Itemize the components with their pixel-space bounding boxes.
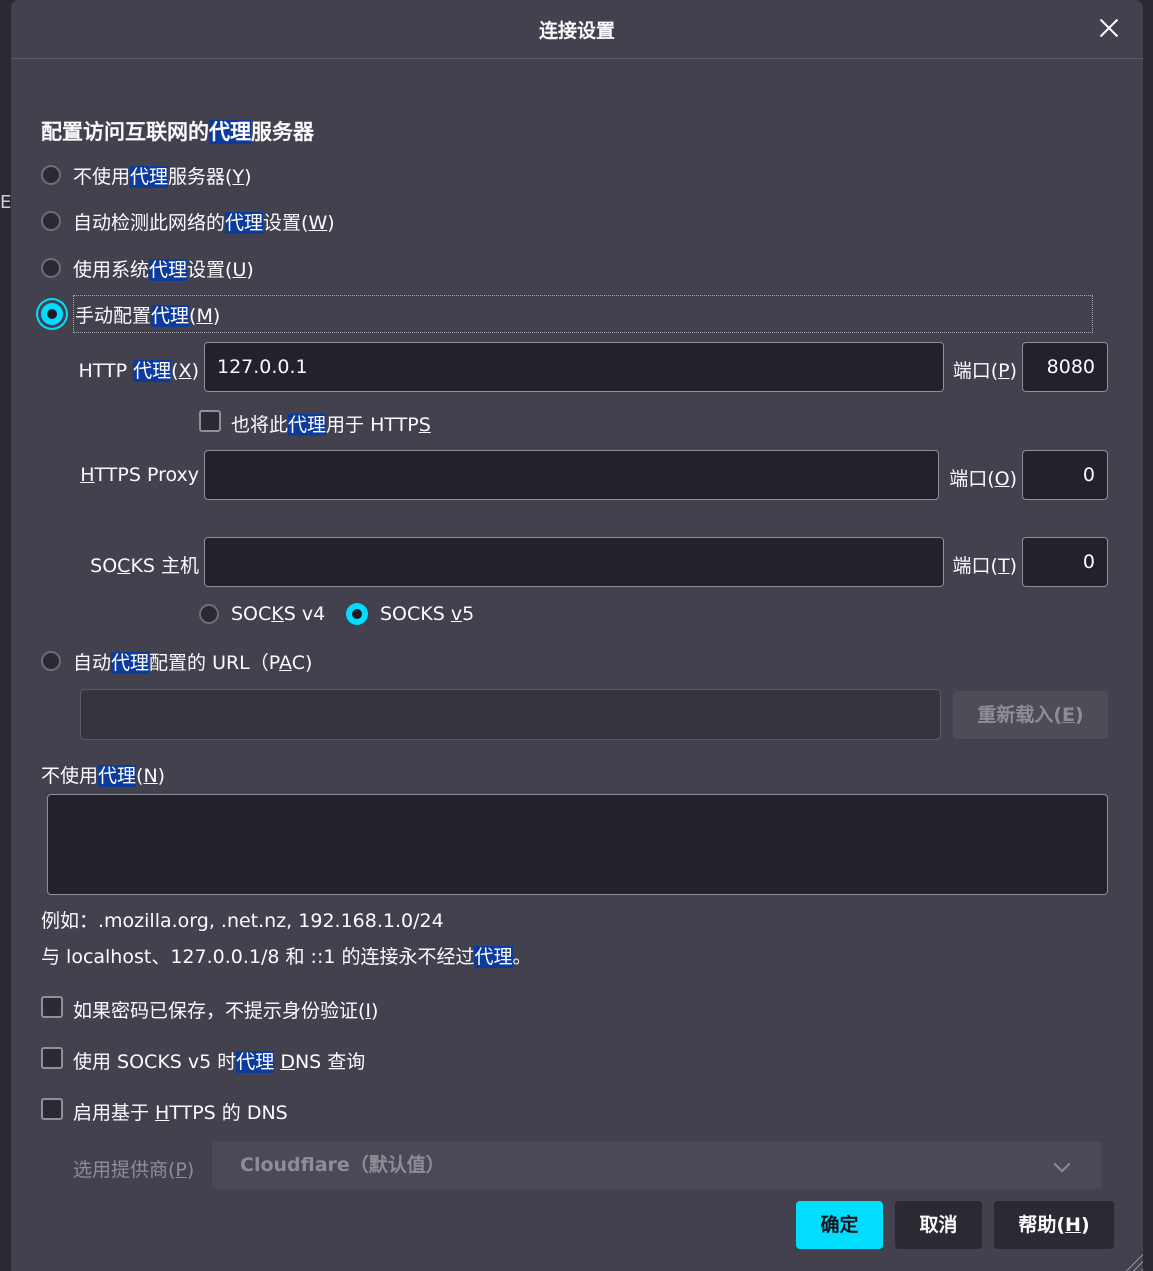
- localhost-note: 与 localhost、127.0.0.1/8 和 ::1 的连接永不经过代理。: [41, 946, 532, 968]
- no-proxy-label: 不使用代理(N): [41, 765, 166, 787]
- socks-port-label: 端口(T): [952, 555, 1017, 577]
- socks-host-input[interactable]: [204, 537, 944, 587]
- radio-auto-detect-label: 自动检测此网络的代理设置(W): [73, 211, 335, 234]
- provider-select[interactable]: Cloudflare（默认值）: [212, 1141, 1102, 1189]
- http-proxy-label: HTTP 代理(X): [78, 360, 199, 382]
- radio-socks-v5-label: SOCKS v5: [380, 603, 475, 625]
- close-icon[interactable]: [1095, 14, 1123, 42]
- radio-button[interactable]: [199, 604, 219, 624]
- http-port-label: 端口(P): [952, 360, 1017, 382]
- provider-label: 选用提供商(P): [73, 1159, 195, 1181]
- also-https-checkbox[interactable]: [199, 410, 221, 432]
- doh-checkbox[interactable]: [41, 1098, 63, 1120]
- radio-no-proxy-label: 不使用代理服务器(Y): [73, 165, 252, 188]
- radio-manual-proxy[interactable]: 手动配置代理(M): [41, 299, 220, 329]
- radio-button[interactable]: [41, 211, 61, 231]
- socks-host-label: SOCKS 主机: [90, 555, 199, 577]
- no-prompt-auth-label: 如果密码已保存，不提示身份验证(I): [73, 1000, 379, 1022]
- chevron-down-icon: [1053, 1155, 1071, 1173]
- doh-label: 启用基于 HTTPS 的 DNS: [73, 1102, 288, 1124]
- socks-port-input[interactable]: 0: [1022, 537, 1108, 587]
- connection-settings-dialog: 连接设置 配置访问互联网的代理服务器 不使用代理服务器(Y) 自动检测此网络的代…: [11, 0, 1143, 1271]
- radio-pac-url[interactable]: 自动代理配置的 URL（PAC): [41, 646, 312, 676]
- help-button[interactable]: 帮助(H): [994, 1201, 1114, 1249]
- radio-button[interactable]: [41, 651, 61, 671]
- radio-socks-v4-label: SOCKS v4: [231, 603, 326, 625]
- focus-ring: [73, 295, 1093, 333]
- https-proxy-label: HTTPS Proxy: [80, 464, 199, 486]
- radio-button[interactable]: [41, 258, 61, 278]
- radio-button[interactable]: [41, 165, 61, 185]
- radio-socks-v5[interactable]: SOCKS v5: [346, 599, 474, 629]
- dialog-titlebar: 连接设置: [11, 0, 1143, 59]
- radio-system-proxy[interactable]: 使用系统代理设置(U): [41, 253, 254, 283]
- https-port-label: 端口(O): [949, 468, 1017, 490]
- radio-no-proxy[interactable]: 不使用代理服务器(Y): [41, 160, 251, 190]
- pac-url-input[interactable]: [80, 689, 941, 740]
- background-edge-letter: E: [0, 192, 12, 213]
- no-proxy-textarea[interactable]: [47, 794, 1108, 895]
- resize-grip-icon[interactable]: [1121, 1249, 1143, 1271]
- dialog-title: 连接设置: [538, 20, 615, 42]
- section-title: 配置访问互联网的代理服务器: [41, 120, 314, 144]
- radio-button-selected[interactable]: [346, 603, 368, 625]
- socks-dns-checkbox[interactable]: [41, 1047, 63, 1069]
- ok-button[interactable]: 确定: [796, 1201, 883, 1249]
- https-port-input[interactable]: 0: [1022, 450, 1108, 500]
- radio-socks-v4[interactable]: SOCKS v4: [199, 599, 325, 629]
- radio-button-selected[interactable]: [41, 303, 63, 325]
- http-port-input[interactable]: 8080: [1022, 342, 1108, 392]
- radio-system-proxy-label: 使用系统代理设置(U): [73, 258, 254, 281]
- radio-manual-proxy-label: 手动配置代理(M): [75, 304, 221, 327]
- radio-auto-detect[interactable]: 自动检测此网络的代理设置(W): [41, 206, 335, 236]
- radio-pac-url-label: 自动代理配置的 URL（PAC): [73, 651, 313, 674]
- socks-dns-label: 使用 SOCKS v5 时代理 DNS 查询: [73, 1051, 366, 1073]
- example-text: 例如：.mozilla.org, .net.nz, 192.168.1.0/24: [41, 910, 444, 932]
- cancel-button[interactable]: 取消: [895, 1201, 982, 1249]
- http-proxy-input[interactable]: 127.0.0.1: [204, 342, 944, 392]
- no-prompt-auth-checkbox[interactable]: [41, 996, 63, 1018]
- also-https-label: 也将此代理用于 HTTPS: [231, 414, 431, 436]
- provider-select-value: Cloudflare（默认值）: [240, 1154, 445, 1176]
- https-proxy-input[interactable]: [204, 450, 939, 500]
- reload-button[interactable]: 重新载入(E): [953, 691, 1108, 739]
